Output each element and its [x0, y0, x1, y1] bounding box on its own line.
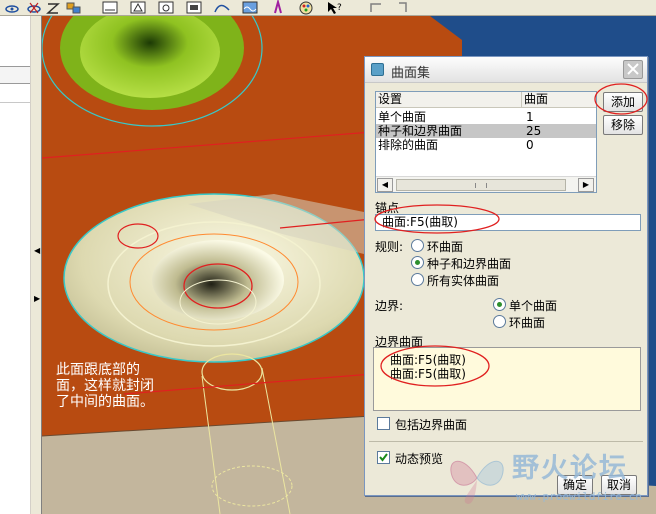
- view-top-icon[interactable]: [128, 0, 148, 15]
- layers-icon[interactable]: [64, 0, 84, 15]
- scroll-left-icon[interactable]: ◀: [377, 178, 393, 192]
- add-highlight-ellipse: [594, 83, 648, 115]
- dynamic-preview-checkbox[interactable]: [377, 451, 390, 464]
- anchor-highlight-ellipse: [374, 204, 500, 234]
- rule-loop-radio[interactable]: [411, 239, 424, 252]
- rule-seed-boundary-label[interactable]: 种子和边界曲面: [427, 255, 511, 272]
- eye-x-icon[interactable]: [24, 0, 44, 15]
- table-row[interactable]: 单个曲面 1: [376, 110, 596, 124]
- wave-icon[interactable]: [240, 0, 260, 15]
- view-shade-icon[interactable]: [184, 0, 204, 15]
- top-toolbar: ?: [0, 0, 656, 16]
- settings-table[interactable]: 设置 曲面 单个曲面 1 种子和边界曲面 25 排除的曲面 0 ◀ ▶: [375, 91, 597, 193]
- include-boundary-label[interactable]: 包括边界曲面: [395, 416, 467, 433]
- collapse-left-icon[interactable]: ◀: [34, 246, 40, 255]
- remove-button[interactable]: 移除: [603, 115, 643, 135]
- view-side-icon[interactable]: [156, 0, 176, 15]
- dynamic-preview-label[interactable]: 动态预览: [395, 450, 443, 467]
- boundary-single-radio[interactable]: [493, 298, 506, 311]
- annotation-note: 此面跟底部的面，这样就封闭了中间的曲面。: [56, 362, 154, 410]
- scroll-right-icon[interactable]: ▶: [578, 178, 594, 192]
- checkmark-icon: [379, 453, 388, 462]
- table-header-setting[interactable]: 设置: [376, 92, 522, 108]
- boundary-single-label[interactable]: 单个曲面: [509, 297, 557, 314]
- table-hscrollbar[interactable]: ◀ ▶: [376, 176, 596, 192]
- arrow-up-icon[interactable]: [366, 0, 386, 15]
- boundary-label: 边界:: [375, 299, 404, 313]
- color-icon[interactable]: [268, 0, 288, 15]
- table-header-surface[interactable]: 曲面: [522, 92, 596, 108]
- select-help-icon[interactable]: ?: [324, 0, 344, 15]
- boundary-loop-label[interactable]: 环曲面: [509, 314, 545, 331]
- rule-loop-label[interactable]: 环曲面: [427, 238, 463, 255]
- watermark-text: 野火论坛: [512, 453, 628, 484]
- boundary-highlight-ellipse: [380, 345, 490, 387]
- view-front-icon[interactable]: [100, 0, 120, 15]
- table-row[interactable]: 排除的曲面 0: [376, 138, 596, 152]
- dialog-titlebar[interactable]: 曲面集: [365, 57, 647, 83]
- rule-seed-boundary-radio[interactable]: [411, 256, 424, 269]
- separator: [369, 441, 643, 442]
- butterfly-logo-icon: [450, 460, 504, 504]
- arrow-down-icon[interactable]: [394, 0, 414, 15]
- dialog-app-icon: [371, 63, 384, 76]
- boundary-loop-radio[interactable]: [493, 315, 506, 328]
- scroll-thumb[interactable]: [396, 179, 566, 191]
- table-row[interactable]: 种子和边界曲面 25: [376, 124, 596, 138]
- expand-right-icon[interactable]: ▶: [34, 294, 40, 303]
- rules-label: 规则:: [375, 240, 404, 254]
- svg-text:?: ?: [337, 3, 342, 13]
- surface-set-dialog: 曲面集 设置 曲面 单个曲面 1 种子和边界曲面 25 排除的曲面 0 ◀ ▶ …: [364, 56, 648, 496]
- panel-sash[interactable]: ◀ ▶: [30, 16, 42, 514]
- close-icon: [627, 63, 639, 75]
- z-axis-icon[interactable]: [44, 0, 64, 15]
- rule-all-solid-label[interactable]: 所有实体曲面: [427, 272, 499, 289]
- palette-icon[interactable]: [296, 0, 316, 15]
- rule-all-solid-radio[interactable]: [411, 273, 424, 286]
- watermark-url: www.proewildfire.cn: [516, 490, 642, 503]
- dialog-title: 曲面集: [391, 66, 431, 81]
- include-boundary-checkbox[interactable]: [377, 417, 390, 430]
- close-button[interactable]: [623, 60, 643, 79]
- watermark: 野火论坛 www.proewildfire.cn: [442, 444, 652, 510]
- curve-icon[interactable]: [212, 0, 232, 15]
- eye-icon[interactable]: [2, 0, 22, 15]
